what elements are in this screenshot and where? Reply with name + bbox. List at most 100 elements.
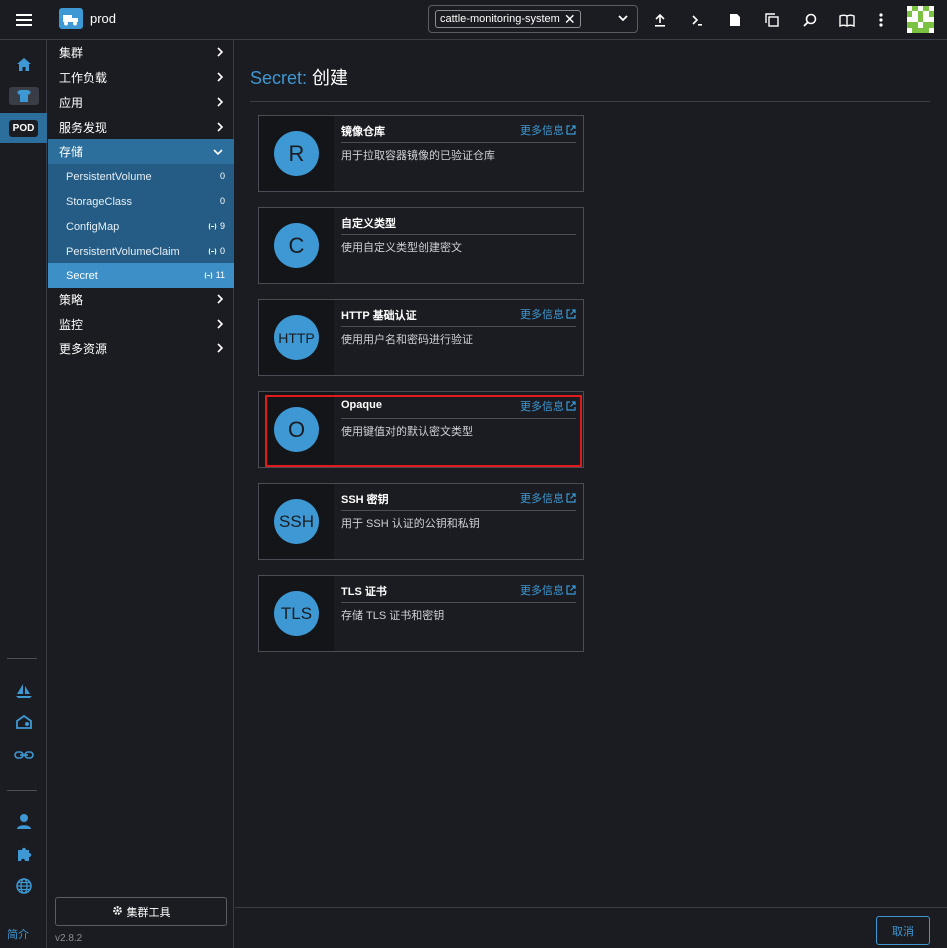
extensions-chain-icon[interactable] — [0, 740, 47, 770]
card-divider — [341, 418, 576, 419]
chevron-down-icon[interactable] — [617, 12, 629, 27]
card-divider — [341, 234, 576, 235]
more-menu-icon[interactable] — [871, 10, 891, 30]
cluster-logo-icon[interactable] — [59, 8, 83, 29]
card-description: 存储 TLS 证书和密钥 — [341, 610, 445, 622]
secret-type-card-tls[interactable]: TLS TLS 证书 更多信息 存储 TLS 证书和密钥 — [258, 575, 584, 652]
secret-type-card-registry[interactable]: R 镜像仓库 更多信息 用于拉取容器镜像的已验证仓库 — [258, 115, 584, 192]
card-circle-icon: C — [274, 223, 319, 268]
nav-item-persistentvolumeclaim[interactable]: PersistentVolumeClaim 0 — [48, 239, 234, 264]
nav-item-label: PersistentVolume — [66, 170, 152, 183]
nav-item-count: 0 — [219, 196, 225, 206]
card-circle-icon: SSH — [274, 499, 319, 544]
nav-group-policy[interactable]: 策略 — [48, 287, 234, 312]
cluster-tools-label: 集群工具 — [126, 906, 171, 919]
copy-kubeconfig-icon[interactable] — [762, 10, 782, 30]
globe-icon[interactable] — [0, 871, 47, 901]
user-icon[interactable] — [0, 806, 47, 836]
card-icon-panel: TLS — [259, 576, 334, 651]
nav-group-label: 监控 — [59, 318, 84, 332]
more-info-link[interactable]: 更多信息 — [520, 122, 576, 138]
nav-group-storage[interactable]: 存储 — [48, 139, 234, 164]
page-title-resource[interactable]: Secret: — [250, 68, 307, 88]
card-icon-panel: R — [259, 116, 334, 191]
home-icon[interactable] — [0, 49, 47, 79]
secret-type-card-custom[interactable]: C 自定义类型 使用自定义类型创建密文 — [258, 207, 584, 284]
card-description: 用于 SSH 认证的公钥和私钥 — [341, 518, 480, 530]
secret-type-card-ssh[interactable]: SSH SSH 密钥 更多信息 用于 SSH 认证的公钥和私钥 — [258, 483, 584, 560]
chevron-right-icon — [216, 293, 224, 308]
nav-group-cluster[interactable]: 集群 — [48, 40, 234, 65]
namespace-chip[interactable]: cattle-monitoring-system ✕ — [435, 10, 581, 28]
kubeconfig-file-icon[interactable] — [725, 10, 745, 30]
avatar[interactable] — [907, 6, 934, 33]
card-icon-panel: SSH — [259, 484, 334, 559]
cluster-explorer-icon[interactable] — [0, 81, 47, 111]
chevron-right-icon — [216, 121, 224, 136]
page-title-action: 创建 — [312, 68, 349, 88]
title-divider — [250, 101, 930, 102]
card-circle-icon: R — [274, 131, 319, 176]
docs-icon[interactable] — [837, 10, 857, 30]
namespace-select[interactable]: cattle-monitoring-system ✕ — [428, 5, 638, 33]
card-icon-panel: O — [259, 392, 334, 467]
more-info-label: 更多信息 — [520, 585, 564, 597]
chevron-down-icon — [212, 145, 224, 159]
nav-item-label: StorageClass — [66, 195, 133, 208]
more-info-label: 更多信息 — [520, 401, 564, 413]
nav-group-monitoring[interactable]: 监控 — [48, 312, 234, 337]
chevron-right-icon — [216, 318, 224, 333]
card-title: SSH 密钥 — [341, 494, 389, 506]
nav-item-persistentvolume[interactable]: PersistentVolume 0 — [48, 164, 234, 189]
more-info-link[interactable]: 更多信息 — [520, 490, 576, 506]
nav-item-count: 11 — [204, 270, 225, 280]
nav-group-apps[interactable]: 应用 — [48, 90, 234, 115]
about-link[interactable]: 简介 — [7, 926, 29, 942]
card-circle-icon: HTTP — [274, 315, 319, 360]
external-link-icon — [566, 493, 576, 503]
more-info-link[interactable]: 更多信息 — [520, 582, 576, 598]
nav-group-service-discovery[interactable]: 服务发现 — [48, 115, 234, 140]
card-icon-panel: HTTP — [259, 300, 334, 375]
nav-item-storageclass[interactable]: StorageClass 0 — [48, 189, 234, 214]
nav-item-count: 0 — [208, 246, 225, 256]
nav-item-secret[interactable]: Secret 11 — [48, 263, 234, 288]
more-info-label: 更多信息 — [520, 493, 564, 505]
nav-item-count: 9 — [208, 221, 225, 231]
nav-group-label: 应用 — [59, 96, 84, 110]
more-info-label: 更多信息 — [520, 309, 564, 321]
close-icon[interactable]: ✕ — [564, 12, 576, 26]
nav-group-workloads[interactable]: 工作负载 — [48, 65, 234, 90]
namespaced-icon — [204, 271, 212, 279]
main-content: Secret: 创建 R 镜像仓库 更多信息 用于拉取容器镜像的已验证仓库 C … — [235, 40, 947, 948]
pod-cluster-item[interactable]: POD — [0, 113, 47, 143]
card-description: 使用键值对的默认密文类型 — [341, 426, 473, 438]
nav-group-more-resources[interactable]: 更多资源 — [48, 336, 234, 361]
card-circle-icon: O — [274, 407, 319, 452]
card-divider — [341, 602, 576, 603]
search-icon[interactable] — [800, 10, 820, 30]
chevron-right-icon — [216, 71, 224, 86]
cancel-button[interactable]: 取消 — [876, 916, 930, 945]
more-info-link[interactable]: 更多信息 — [520, 398, 576, 414]
secret-type-card-basic-auth[interactable]: HTTP HTTP 基础认证 更多信息 使用用户名和密码进行验证 — [258, 299, 584, 376]
more-info-link[interactable]: 更多信息 — [520, 306, 576, 322]
fleet-icon[interactable] — [0, 676, 47, 706]
gear-icon — [112, 905, 123, 919]
nav-item-label: Secret — [66, 269, 98, 282]
import-yaml-icon[interactable] — [650, 10, 670, 30]
cluster-name[interactable]: prod — [90, 11, 116, 26]
card-circle-icon: TLS — [274, 591, 319, 636]
cluster-tools-button[interactable]: 集群工具 — [55, 897, 227, 926]
kubectl-shell-icon[interactable] — [687, 10, 707, 30]
nav-item-configmap[interactable]: ConfigMap 9 — [48, 214, 234, 239]
external-link-icon — [566, 125, 576, 135]
secret-type-card-opaque[interactable]: O Opaque 更多信息 使用键值对的默认密文类型 — [258, 391, 584, 468]
virtualization-icon[interactable] — [0, 707, 47, 737]
card-description: 用于拉取容器镜像的已验证仓库 — [341, 150, 495, 162]
menu-icon[interactable] — [0, 0, 48, 40]
version-label[interactable]: v2.8.2 — [55, 933, 82, 944]
namespaced-icon — [208, 222, 217, 230]
card-title: 镜像仓库 — [341, 126, 385, 138]
puzzle-icon[interactable] — [0, 839, 47, 869]
